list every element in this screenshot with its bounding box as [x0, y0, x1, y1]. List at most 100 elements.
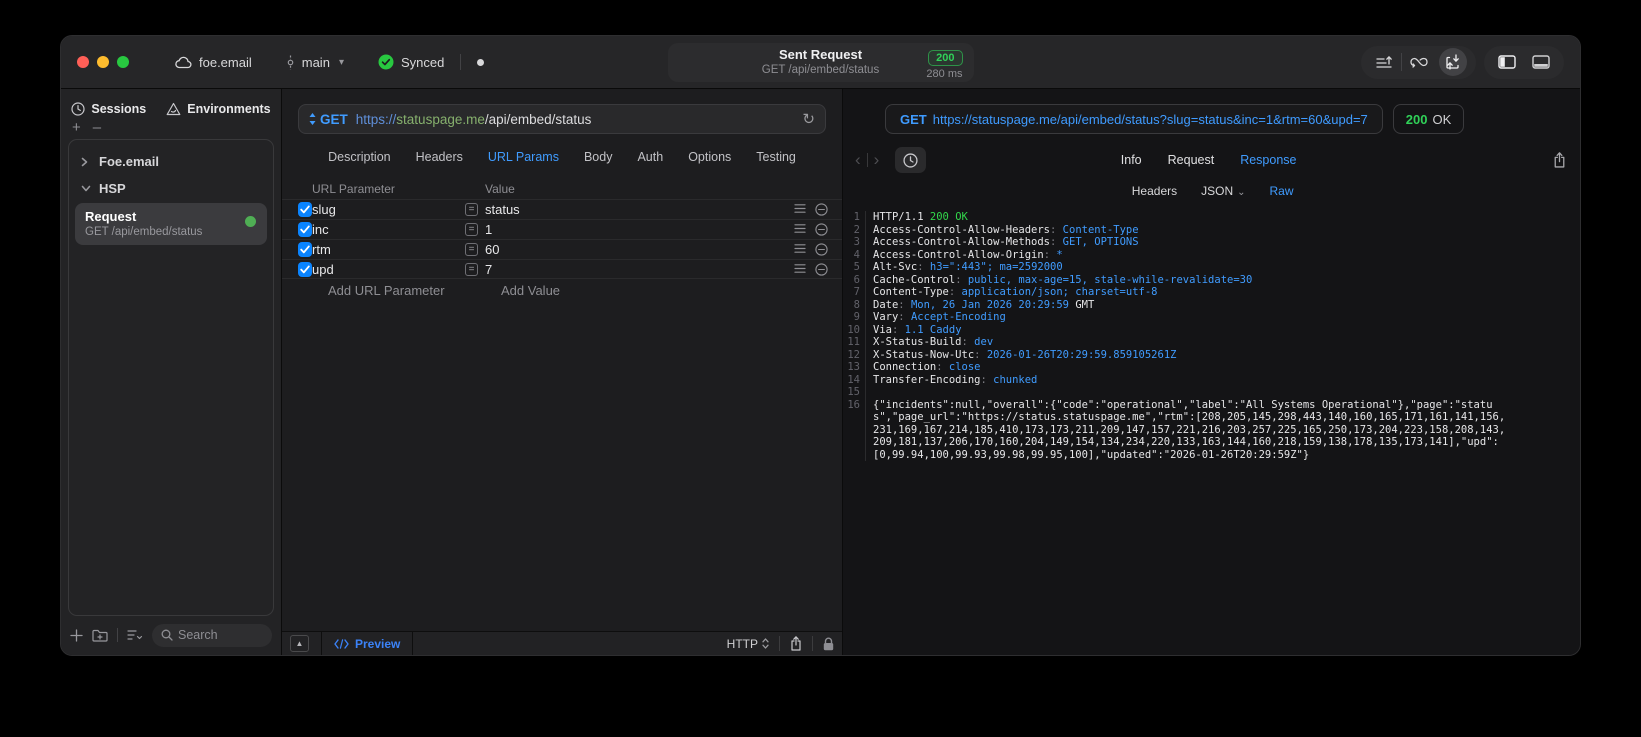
sent-request-capsule[interactable]: Sent Request GET /api/embed/status 200 2… [667, 43, 974, 82]
url-host: statuspage.me [396, 111, 485, 127]
lock-icon [823, 637, 834, 651]
project-menu[interactable]: foe.email [175, 55, 252, 70]
sidebar-search[interactable] [152, 623, 272, 647]
preview-button[interactable]: Preview [334, 637, 400, 651]
request-list-item-selected[interactable]: Request GET /api/embed/status [75, 203, 267, 245]
param-checkbox[interactable] [298, 242, 312, 257]
response-line: 7 Content-Type: application/json; charset… [847, 286, 1510, 299]
param-checkbox[interactable] [298, 222, 312, 237]
param-value-input[interactable]: status [485, 202, 784, 217]
zoom-window-button[interactable] [117, 56, 129, 68]
params-table-header: URL Parameter Value [282, 179, 842, 199]
reload-icon[interactable]: ↻ [802, 110, 815, 128]
add-item-icon[interactable] [70, 628, 83, 642]
param-name-input[interactable]: rtm [312, 242, 465, 257]
sessions-tab-label: Sessions [91, 102, 147, 116]
response-tab-info[interactable]: Info [1121, 153, 1142, 167]
tab-testing[interactable]: Testing [756, 150, 796, 164]
request-list-icon[interactable] [1367, 48, 1401, 76]
add-value-placeholder[interactable]: Add Value [501, 283, 560, 298]
remove-session-button[interactable]: – [93, 120, 101, 135]
footer-divider [321, 631, 322, 655]
protocol-selector[interactable]: HTTP [727, 637, 769, 651]
tab-auth[interactable]: Auth [637, 150, 663, 164]
tab-headers[interactable]: Headers [416, 150, 463, 164]
line-number: 4 [847, 248, 866, 261]
param-remove-icon[interactable] [815, 203, 828, 216]
param-name-input[interactable]: upd [312, 262, 465, 277]
minimize-window-button[interactable] [97, 56, 109, 68]
request-editor-panel: GET https://statuspage.me/api/embed/stat… [282, 89, 843, 655]
response-line: 10 Via: 1.1 Caddy [847, 323, 1510, 336]
param-remove-icon[interactable] [815, 223, 828, 236]
new-folder-icon[interactable] [92, 629, 108, 642]
sessions-tree-panel: Foe.email HSP Request GET /api/embed/sta… [68, 139, 274, 616]
search-input[interactable] [178, 628, 258, 642]
toggle-bottom-panel-icon[interactable] [1524, 48, 1558, 76]
method-stepper-icon[interactable] [309, 113, 316, 125]
param-menu-icon[interactable] [794, 223, 806, 236]
param-name-input[interactable]: inc [312, 222, 465, 237]
tab-description[interactable]: Description [328, 150, 391, 164]
sidebar-footer-divider [117, 628, 118, 642]
add-session-button[interactable]: + [72, 120, 81, 135]
response-url-box[interactable]: GET https://statuspage.me/api/embed/stat… [885, 104, 1383, 134]
tree-item-hsp[interactable]: HSP [73, 175, 269, 202]
toggle-sidebar-icon[interactable] [1490, 48, 1524, 76]
request-tabs: Description Headers URL Params Body Auth Opti… [282, 150, 842, 164]
history-back-icon[interactable]: ‹ [849, 150, 867, 170]
request-url-bar[interactable]: GET https://statuspage.me/api/embed/stat… [298, 104, 826, 134]
param-value-input[interactable]: 60 [485, 242, 784, 257]
status-code-badge: 200 [928, 50, 963, 66]
param-checkbox[interactable] [298, 202, 312, 217]
tab-url-params[interactable]: URL Params [488, 150, 559, 164]
tab-options[interactable]: Options [688, 150, 731, 164]
param-menu-icon[interactable] [794, 203, 806, 216]
param-value-input[interactable]: 7 [485, 262, 784, 277]
response-line: 2 Access-Control-Allow-Headers: Content-T… [847, 223, 1510, 236]
import-request-icon[interactable] [1439, 48, 1467, 76]
method-label: GET [320, 111, 348, 127]
loop-requests-icon[interactable] [1402, 48, 1436, 76]
tree-item-foe-email[interactable]: Foe.email [73, 148, 269, 175]
response-tab-response[interactable]: Response [1240, 153, 1296, 167]
param-menu-icon[interactable] [794, 263, 806, 276]
tab-body[interactable]: Body [584, 150, 613, 164]
collapse-panel-button[interactable]: ▲ [290, 635, 309, 652]
param-remove-icon[interactable] [815, 262, 828, 276]
footer-divider [412, 631, 414, 655]
sync-status[interactable]: Synced [378, 54, 444, 70]
response-subtab-raw[interactable]: Raw [1270, 184, 1294, 198]
response-nav-bar: ‹ › Info Request Response [849, 147, 1568, 173]
response-line: 15 [847, 386, 1510, 399]
footer-right-divider [779, 636, 780, 651]
export-response-icon[interactable] [1553, 152, 1566, 168]
param-value-input[interactable]: 1 [485, 222, 784, 237]
response-subtab-headers[interactable]: Headers [1132, 184, 1177, 198]
response-line: 9 Vary: Accept-Encoding [847, 311, 1510, 324]
branch-selector[interactable]: main ▾ [286, 55, 344, 70]
add-parameter-placeholder[interactable]: Add URL Parameter [328, 283, 501, 298]
share-icon[interactable] [790, 636, 802, 651]
line-content [866, 386, 873, 399]
response-subtab-json[interactable]: JSON ⌄ [1201, 184, 1245, 198]
line-content: Access-Control-Allow-Headers: Content-Ty… [873, 223, 1139, 236]
history-forward-icon[interactable]: › [868, 150, 886, 170]
close-window-button[interactable] [77, 56, 89, 68]
tree-item-label: Foe.email [99, 154, 159, 169]
sort-filter-icon[interactable] [127, 629, 143, 641]
response-body[interactable]: 1 HTTP/1.1 200 OK 2 Access-Control-Allow-He… [843, 211, 1580, 655]
sidebar-tab-sessions[interactable]: Sessions [71, 102, 146, 116]
line-content: Connection: close [873, 361, 981, 373]
param-checkbox[interactable] [298, 261, 312, 277]
line-content: Cache-Control: public, max-age=15, stale… [873, 273, 1253, 286]
response-subtabs: Headers JSON ⌄ Raw [843, 184, 1580, 198]
sidebar-tab-environments[interactable]: Environments [166, 102, 271, 116]
request-subtitle: GET /api/embed/status [761, 64, 880, 77]
param-remove-icon[interactable] [815, 243, 828, 256]
param-menu-icon[interactable] [794, 243, 806, 256]
response-tab-request[interactable]: Request [1168, 153, 1215, 167]
param-name-input[interactable]: slug [312, 202, 465, 217]
request-duration: 280 ms [926, 68, 963, 80]
history-clock-button[interactable] [895, 147, 927, 173]
